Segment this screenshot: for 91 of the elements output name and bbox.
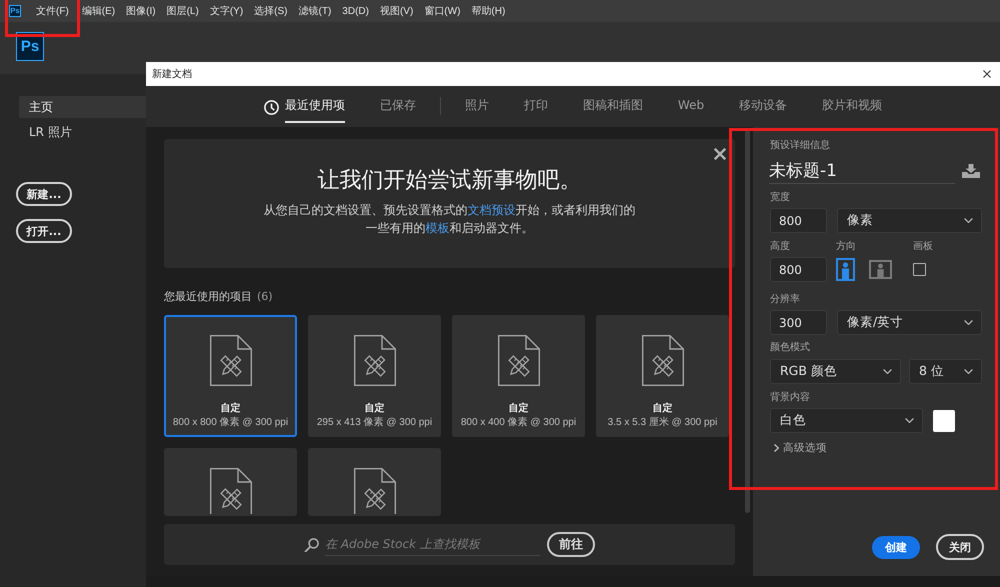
banner-text: 从您自己的文档设置、预先设置格式的文档预设开始，或者利用我们的一些有用的模板和启动器文件。 [262,202,636,236]
close-button[interactable] [714,148,726,160]
chevron-icon [774,444,779,452]
search-field[interactable]: 在 Adobe Stock 上查找模板 [325,534,540,556]
search-icon [304,538,319,552]
go-button[interactable]: 前往 [547,532,595,557]
document-tile[interactable] [164,448,297,516]
menu-item[interactable]: 窗口(W) [424,4,460,18]
menu-item[interactable]: 文件(F) [36,4,69,18]
document-icon [498,335,540,386]
item-count: (6) [257,289,273,305]
download-icon[interactable] [962,164,980,178]
document-icon [354,468,396,514]
banner-link[interactable]: 文档预设 [468,203,516,217]
chevron-icon [905,418,914,423]
field-label: 方向 [836,240,856,254]
field-label: 颜色模式 [770,341,810,355]
color-swatch[interactable] [933,410,955,432]
scrollbar[interactable] [745,130,750,513]
menu-item[interactable]: 图层(L) [166,4,199,18]
clock-icon [264,100,279,115]
sidebar-item[interactable]: 主页 [19,96,146,118]
field-label: 宽度 [770,191,790,205]
document-tile[interactable]: 自定 800 x 800 像素 @ 300 ppi [164,315,297,437]
close-button[interactable] [983,70,991,78]
portrait-icon[interactable] [836,258,855,281]
sidebar-item[interactable]: LR 照片 [19,121,146,143]
menu-item[interactable]: 编辑(E) [82,4,116,18]
tab[interactable]: 胶片和视频 [822,86,882,127]
tab[interactable]: 图稿和插图 [582,86,643,127]
tab[interactable]: 移动设备 [739,86,788,127]
field-label: 画板 [913,240,933,254]
tile-title: 自定 [220,403,240,415]
chevron-icon [883,369,892,374]
document-tile[interactable]: 自定 800 x 400 像素 @ 300 ppi [452,315,585,437]
document-tile[interactable] [308,448,441,516]
menu-item[interactable]: 文字(Y) [210,4,244,18]
tile-title: 自定 [508,403,528,415]
chevron-icon [964,369,973,374]
tile-title: 自定 [364,403,384,415]
new-button[interactable]: 新建... [16,182,72,206]
field-label: 高度 [770,240,790,254]
landscape-icon[interactable] [869,260,892,279]
section-title: 您最近使用的项目 [164,289,252,305]
menu-item[interactable]: 滤镜(T) [298,4,332,18]
tab[interactable]: 已保存 [380,86,416,127]
advanced-options-toggle[interactable]: 高级选项 [770,441,827,455]
close-icon [714,148,726,160]
resolution-field[interactable]: 300 [770,310,827,335]
create-button[interactable]: 创建 [872,536,920,558]
dialog-title: 新建文档 [152,68,192,81]
name-field[interactable]: 未标题-1 [769,158,955,184]
menu-item[interactable]: 帮助(H) [471,4,506,18]
color-mode-dropdown[interactable]: RGB 颜色 [770,359,901,384]
document-tile[interactable]: 自定 295 x 413 像素 @ 300 ppi [308,315,441,437]
menu-item[interactable]: 图像(I) [126,4,156,18]
document-tile[interactable]: 自定 3.5 x 5.3 厘米 @ 300 ppi [596,315,729,437]
chevron-icon [964,218,973,223]
tile-size: 800 x 400 像素 @ 300 ppi [460,417,576,429]
document-icon [210,335,252,386]
banner-link[interactable]: 模板 [426,220,450,234]
tile-title: 自定 [652,403,672,415]
unit-dropdown[interactable]: 像素/英寸 [837,310,982,335]
menu-item[interactable]: 选择(S) [254,4,288,18]
tab[interactable]: Web [678,86,704,127]
tile-size: 295 x 413 像素 @ 300 ppi [316,417,432,429]
width-field[interactable]: 800 [770,208,827,233]
bit-depth-dropdown[interactable]: 8 位 [909,359,982,384]
unit-dropdown[interactable]: 像素 [837,208,982,233]
panel-heading: 预设详细信息 [770,139,830,153]
app-logo: Ps [16,32,44,61]
background-dropdown[interactable]: 白色 [770,408,923,433]
open-button[interactable]: 打开... [16,219,72,243]
tile-size: 800 x 800 像素 @ 300 ppi [172,417,288,429]
tab[interactable]: 最近使用项 [264,86,345,127]
field-label: 分辨率 [770,293,800,307]
close-button[interactable]: 关闭 [936,534,984,560]
banner-title: 让我们开始尝试新事物吧。 [318,168,582,194]
field-label: 背景内容 [770,391,810,405]
document-icon [642,335,684,386]
document-icon [354,335,396,386]
chevron-icon [964,320,973,325]
tab[interactable]: 打印 [524,86,548,127]
document-icon [210,468,252,514]
close-icon [983,70,991,78]
menu-item[interactable]: 3D(D) [342,6,369,16]
menu-item[interactable]: 视图(V) [380,4,414,18]
tile-size: 3.5 x 5.3 厘米 @ 300 ppi [608,417,718,429]
tab[interactable]: 照片 [464,86,489,127]
height-field[interactable]: 800 [770,257,827,282]
artboard-checkbox[interactable] [913,263,926,276]
